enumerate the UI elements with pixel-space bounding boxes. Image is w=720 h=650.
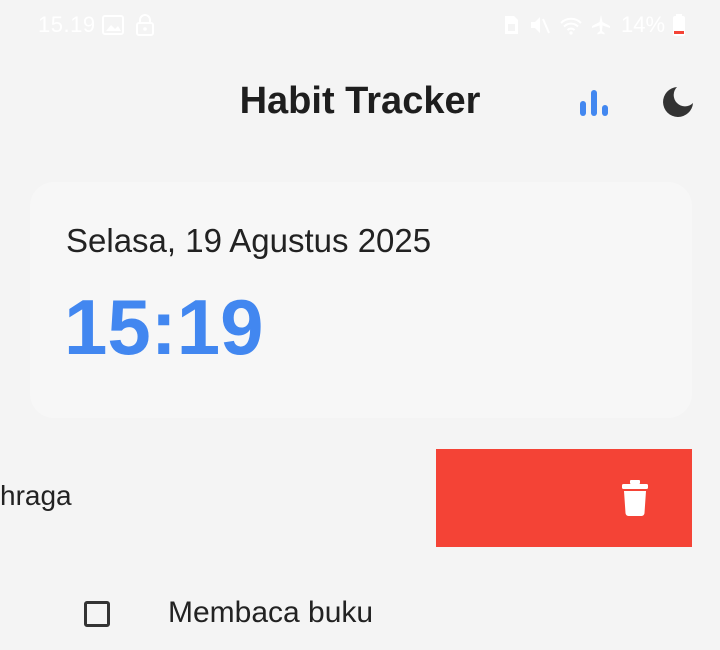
moon-icon[interactable] — [660, 84, 696, 120]
habit-row-swiped[interactable]: hraga — [0, 448, 720, 548]
trash-icon[interactable] — [622, 480, 648, 516]
habit-label: hraga — [0, 480, 72, 511]
app-title: Habit Tracker — [239, 80, 481, 122]
status-bar: 15.19 14% — [0, 0, 720, 52]
mute-icon — [531, 17, 550, 34]
lock-icon — [136, 14, 154, 36]
habit-checkbox[interactable] — [84, 601, 110, 627]
delete-swipe-action[interactable] — [436, 449, 692, 547]
habit-row[interactable]: Membaca buku — [0, 590, 720, 650]
status-time: 15.19 — [38, 12, 96, 37]
habit-label: Membaca buku — [168, 596, 374, 629]
date-card: Selasa, 19 Agustus 2025 15:19 — [30, 182, 692, 418]
wifi-icon — [560, 17, 582, 35]
airplane-icon — [592, 15, 610, 35]
gallery-icon — [102, 15, 124, 35]
current-time: 15:19 — [64, 283, 264, 371]
battery-percentage: 14% — [621, 12, 666, 37]
battery-icon — [673, 14, 685, 36]
sim-icon — [505, 16, 518, 34]
current-date: Selasa, 19 Agustus 2025 — [66, 222, 432, 259]
bar-chart-icon[interactable] — [578, 88, 610, 118]
